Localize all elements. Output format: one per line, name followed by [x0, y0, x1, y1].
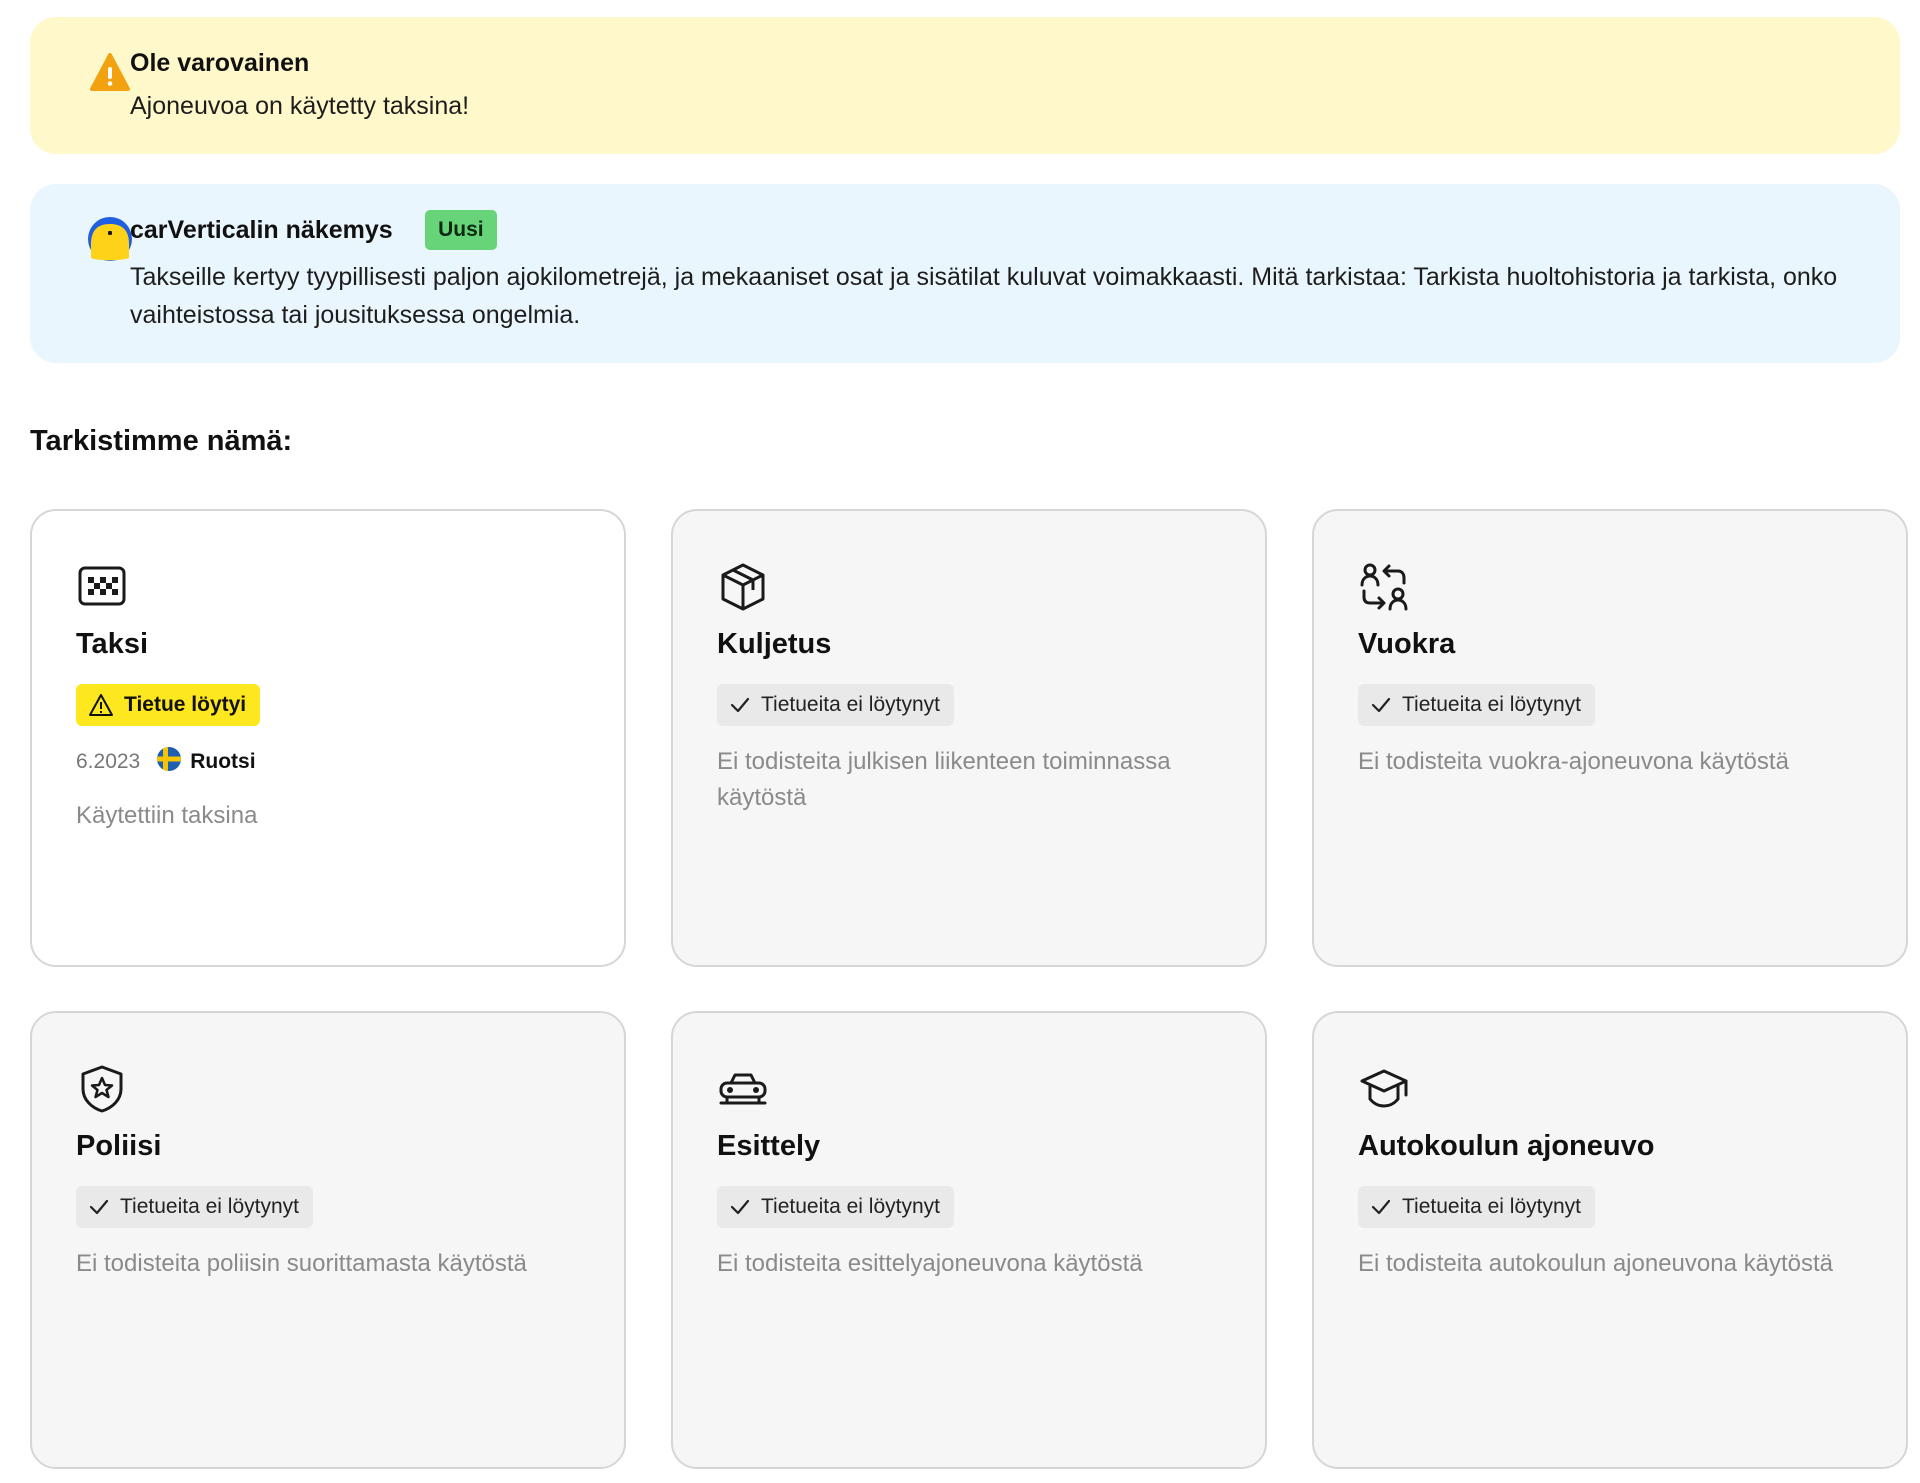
card-description: Ei todisteita poliisin suorittamasta käy… [76, 1250, 527, 1277]
new-badge: Uusi [425, 210, 497, 250]
card-title: Taksi [76, 628, 149, 660]
demo-car-icon [717, 1063, 769, 1115]
card-demo: Esittely Tietueita ei löytynyt Ei todist… [671, 1011, 1267, 1469]
status-badge-ok: Tietueita ei löytynyt [1358, 684, 1595, 726]
status-label: Tietue löytyi [124, 693, 247, 716]
card-title: Esittely [717, 1130, 821, 1162]
status-badge-ok: Tietueita ei löytynyt [717, 1186, 954, 1228]
card-rental: Vuokra Tietueita ei löytynyt Ei todistei… [1312, 509, 1908, 967]
user-swap-icon [1358, 561, 1410, 613]
status-label: Tietueita ei löytynyt [1402, 693, 1581, 716]
status-label: Tietueita ei löytynyt [761, 1195, 940, 1218]
insight-alert-text: Takseille kertyy tyypillisesti paljon aj… [130, 263, 1838, 329]
card-description: Käytettiin taksina [76, 802, 258, 829]
check-icon [730, 697, 750, 713]
warning-outline-icon [89, 694, 113, 716]
status-badge-ok: Tietueita ei löytynyt [717, 684, 954, 726]
status-badge-ok: Tietueita ei löytynyt [76, 1186, 313, 1228]
card-police: Poliisi Tietueita ei löytynyt Ei todiste… [30, 1011, 626, 1469]
status-label: Tietueita ei löytynyt [120, 1195, 299, 1218]
status-label: Tietueita ei löytynyt [1402, 1195, 1581, 1218]
card-title: Vuokra [1358, 628, 1456, 660]
card-description: Ei todisteita vuokra-ajoneuvona käytöstä [1358, 748, 1789, 775]
card-taxi: Taksi Tietue löytyi 6.2023 Ruotsi Käytet… [30, 509, 626, 967]
card-description: Ei todisteita autokoulun ajoneuvona käyt… [1358, 1250, 1833, 1277]
warning-alert: Ole varovainen Ajoneuvoa on käytetty tak… [30, 17, 1900, 154]
card-title: Autokoulun ajoneuvo [1358, 1130, 1655, 1162]
page: Ole varovainen Ajoneuvoa on käytetty tak… [0, 0, 1920, 1483]
record-row: 6.2023 Ruotsi [76, 744, 256, 780]
card-description: Ei todisteita julkisen liikenteen toimin… [717, 748, 1171, 811]
insight-alert-title: carVerticalin näkemys [130, 216, 393, 244]
police-badge-icon [76, 1063, 128, 1115]
status-badge-ok: Tietueita ei löytynyt [1358, 1186, 1595, 1228]
insight-alert: carVerticalin näkemys Uusi Takseille ker… [30, 184, 1900, 363]
taxi-icon [76, 561, 128, 613]
sweden-flag-icon [156, 746, 182, 778]
section-title: Tarkistimme nämä: [30, 425, 293, 457]
check-icon [730, 1199, 750, 1215]
warning-alert-title: Ole varovainen [130, 49, 310, 77]
card-title: Poliisi [76, 1130, 162, 1162]
status-badge-found: Tietue löytyi [76, 684, 261, 726]
graduation-cap-icon [1358, 1063, 1410, 1115]
warning-alert-body: Ole varovainen Ajoneuvoa on käytetty tak… [130, 47, 1860, 125]
warning-alert-text: Ajoneuvoa on käytetty taksina! [130, 92, 470, 120]
card-transport: Kuljetus Tietueita ei löytynyt Ei todist… [671, 509, 1267, 967]
status-label: Tietueita ei löytynyt [761, 693, 940, 716]
check-icon [89, 1199, 109, 1215]
check-icon [1371, 697, 1391, 713]
record-date: 6.2023 [76, 750, 141, 773]
card-driving-school: Autokoulun ajoneuvo Tietueita ei löytyny… [1312, 1011, 1908, 1469]
card-description: Ei todisteita esittelyajoneuvona käytöst… [717, 1250, 1143, 1277]
check-icon [1371, 1199, 1391, 1215]
package-icon [717, 561, 769, 613]
insight-alert-body: carVerticalin näkemys Uusi Takseille ker… [130, 210, 1860, 334]
record-country: Ruotsi [190, 750, 256, 773]
card-title: Kuljetus [717, 628, 832, 660]
